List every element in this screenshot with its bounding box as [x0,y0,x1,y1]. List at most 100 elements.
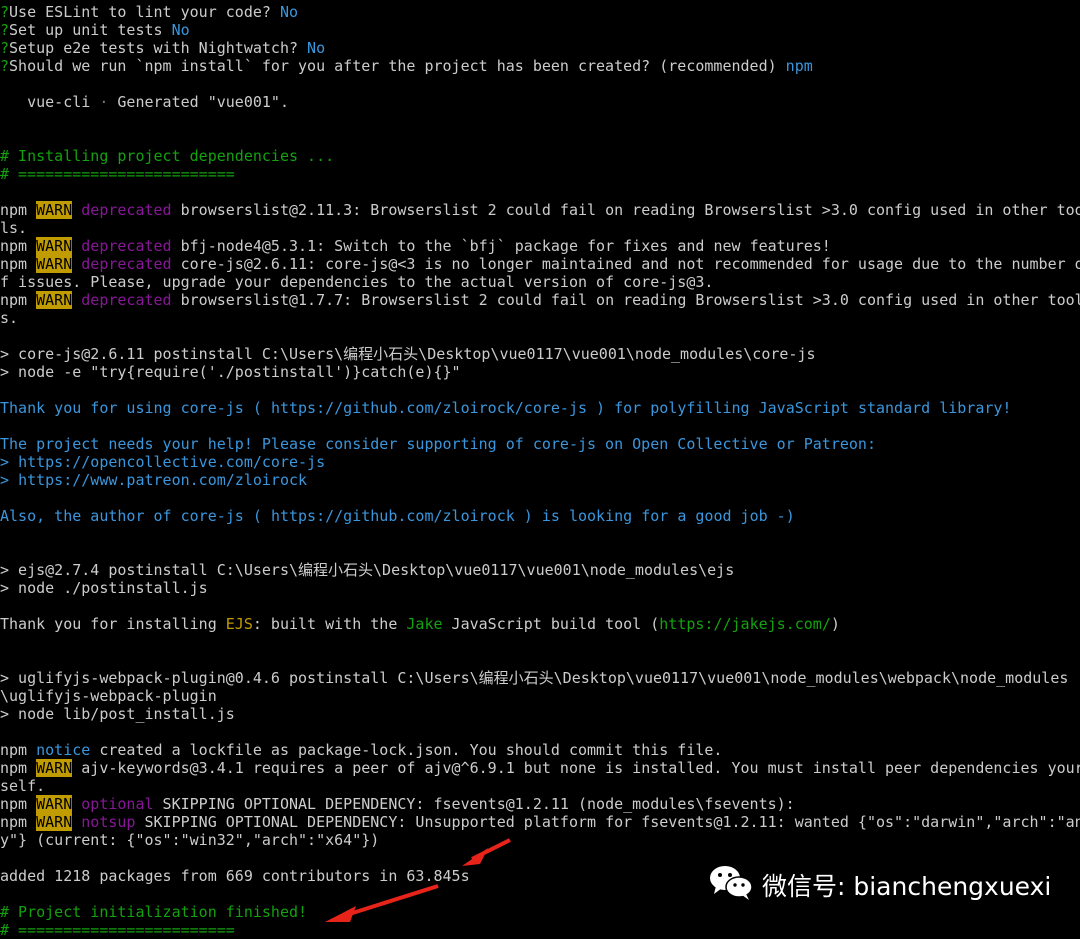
terminal-line: > node lib/post_install.js [0,705,1080,723]
terminal-text: optional [72,795,154,813]
terminal-line: ls. [0,219,1080,237]
terminal-text: core-js@2.6.11: core-js@<3 is no longer … [171,255,1080,273]
terminal-text: SKIPPING OPTIONAL DEPENDENCY: Unsupporte… [135,813,1080,831]
terminal-text: https://opencollective.com/core-js [18,453,326,471]
terminal-text: f issues. Please, upgrade your dependenc… [0,273,714,291]
terminal-text: deprecated [72,237,172,255]
terminal-line: Thank you for installing EJS: built with… [0,615,1080,633]
terminal-text: > [0,453,19,471]
terminal-text: Should we run `npm install` for you afte… [9,57,777,75]
terminal-line: npm WARN deprecated bfj-node4@5.3.1: Swi… [0,237,1080,255]
warn-badge: WARN [36,201,73,219]
terminal-line: s. [0,309,1080,327]
terminal-text: > uglifyjs-webpack-plugin@0.4.6 postinst… [0,669,1069,687]
watermark-text: 微信号: bianchengxuexi [762,872,1052,901]
terminal-text: npm [0,237,37,255]
terminal-text: npm [0,291,37,309]
terminal-text: > core-js@2.6.11 postinstall C:\Users\编程… [0,345,816,363]
terminal-text: notsup [72,813,136,831]
terminal-text: npm [0,255,37,273]
terminal-line: > node ./postinstall.js [0,579,1080,597]
terminal-text: https://jakejs.com/ [659,615,831,633]
terminal-text: self. [0,777,46,795]
terminal-text: The project needs your help! Please cons… [0,435,876,453]
terminal-text: https://github.com/zloirock [270,507,515,525]
terminal-line: ?Set up unit tests No [0,21,1080,39]
terminal-text: y"} (current: {"os":"win32","arch":"x64"… [0,831,380,849]
terminal-line: > uglifyjs-webpack-plugin@0.4.6 postinst… [0,669,1080,687]
terminal-line: > ejs@2.7.4 postinstall C:\Users\编程小石头\D… [0,561,1080,579]
terminal-text: npm [0,759,37,777]
terminal-text: https://www.patreon.com/zloirock [18,471,308,489]
terminal-line: npm WARN deprecated browserslist@1.7.7: … [0,291,1080,309]
terminal-line: npm notice created a lockfile as package… [0,741,1080,759]
terminal-line: \uglifyjs-webpack-plugin [0,687,1080,705]
terminal-line: The project needs your help! Please cons… [0,435,1080,453]
terminal-text: browserslist@1.7.7: Browserslist 2 could… [171,291,1080,309]
terminal-text: ) is looking for a good job -) [514,507,795,525]
terminal-line: # Installing project dependencies ... [0,147,1080,165]
warn-badge: WARN [36,813,73,831]
terminal-text: Thank you for using core-js ( [0,399,271,417]
terminal-output[interactable]: ?Use ESLint to lint your code? No ?Set up… [0,3,1080,939]
terminal-line: > node -e "try{require('./postinstall')}… [0,363,1080,381]
terminal-text: > node lib/post_install.js [0,705,235,723]
terminal-text: EJS [225,615,253,633]
warn-badge: WARN [36,255,73,273]
terminal-line: > core-js@2.6.11 postinstall C:\Users\编程… [0,345,1080,363]
terminal-text: # ======================== [0,921,235,939]
terminal-text: > node ./postinstall.js [0,579,208,597]
terminal-line: npm WARN ajv-keywords@3.4.1 requires a p… [0,759,1080,777]
terminal-line: ?Setup e2e tests with Nightwatch? No [0,39,1080,57]
terminal-line: vue-cli · Generated "vue001". [0,93,1080,111]
terminal-line: npm WARN optional SKIPPING OPTIONAL DEPE… [0,795,1080,813]
terminal-line: f issues. Please, upgrade your dependenc… [0,273,1080,291]
terminal-text: npm [776,57,813,75]
terminal-text: > ejs@2.7.4 postinstall C:\Users\编程小石头\D… [0,561,735,579]
terminal-text: > node -e "try{require('./postinstall')}… [0,363,461,381]
terminal-line: self. [0,777,1080,795]
terminal-text: # ======================== [0,165,235,183]
terminal-text: \uglifyjs-webpack-plugin [0,687,217,705]
terminal-line: Thank you for using core-js ( https://gi… [0,399,1080,417]
terminal-text: SKIPPING OPTIONAL DEPENDENCY: fsevents@1… [153,795,795,813]
terminal-text: vue-cli [0,93,100,111]
terminal-text: ? [0,3,10,21]
terminal-text: ? [0,39,10,57]
terminal-text: ajv-keywords@3.4.1 requires a peer of aj… [72,759,1080,777]
terminal-text: > [0,471,19,489]
terminal-line: > https://opencollective.com/core-js [0,453,1080,471]
terminal-text: # Project initialization finished! [0,903,308,921]
terminal-text: https://github.com/zloirock/core-js [270,399,588,417]
terminal-text: No [270,3,299,21]
terminal-line: ?Should we run `npm install` for you aft… [0,57,1080,75]
terminal-text: # Installing project dependencies ... [0,147,335,165]
terminal-text: Setup e2e tests with Nightwatch? [9,39,299,57]
warn-badge: WARN [36,237,73,255]
warn-badge: WARN [36,759,73,777]
terminal-line: npm WARN deprecated core-js@2.6.11: core… [0,255,1080,273]
terminal-line: ?Use ESLint to lint your code? No [0,3,1080,21]
terminal-text: added 1218 packages from 669 contributor… [0,867,470,885]
terminal-text: ? [0,57,10,75]
terminal-line: npm WARN deprecated browserslist@2.11.3:… [0,201,1080,219]
terminal-text: browserslist@2.11.3: Browserslist 2 coul… [171,201,1080,219]
terminal-text: Set up unit tests [9,21,163,39]
terminal-text: npm [0,201,37,219]
terminal-text: deprecated [72,291,172,309]
terminal-text: ? [0,21,10,39]
terminal-line: Also, the author of core-js ( https://gi… [0,507,1080,525]
watermark: 微信号: bianchengxuexi [708,862,1051,908]
